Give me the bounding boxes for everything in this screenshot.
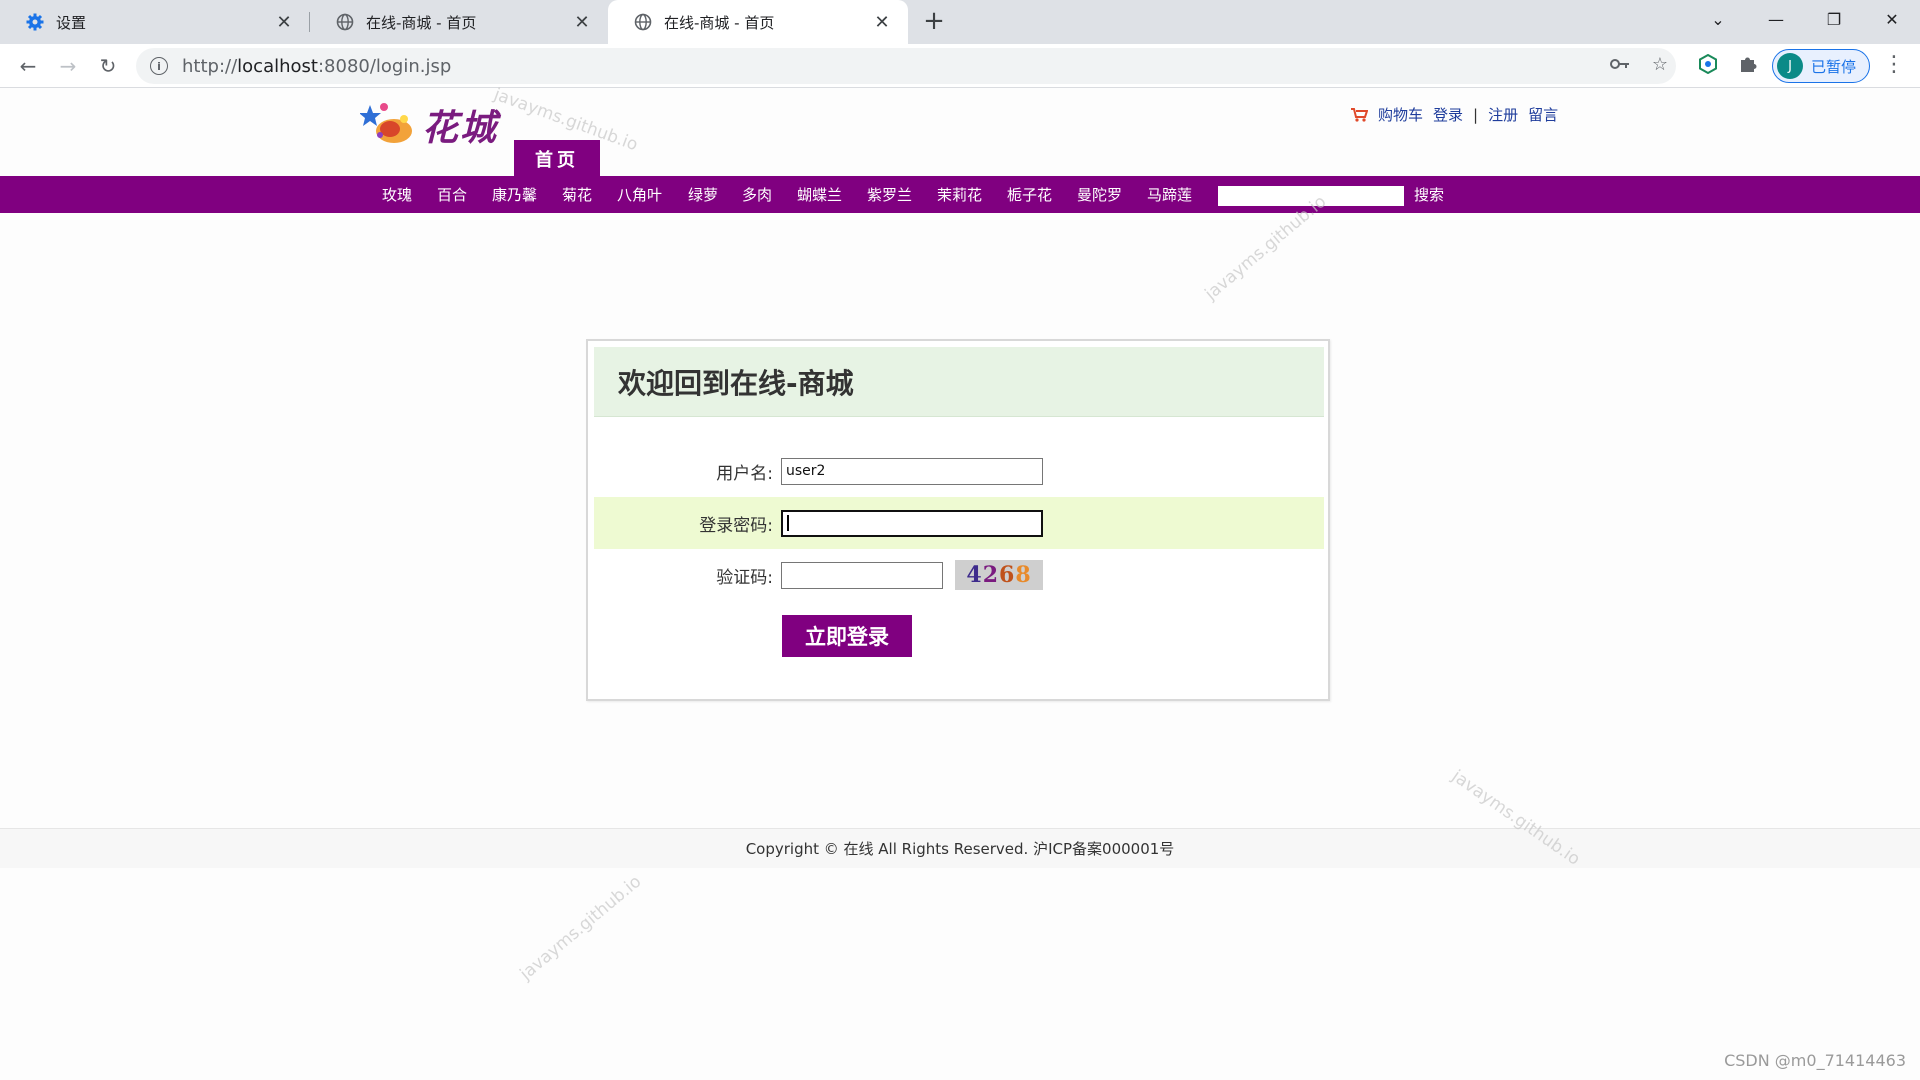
info-icon[interactable]: i	[150, 57, 168, 75]
nav-item-rose[interactable]: 玫瑰	[382, 176, 412, 213]
browser-tab-settings[interactable]: 设置 ✕	[0, 0, 310, 44]
tab-search-icon[interactable]: ⌄	[1690, 0, 1746, 38]
cart-icon[interactable]	[1350, 107, 1368, 123]
password-label: 登录密码:	[699, 515, 773, 536]
text-caret	[787, 515, 789, 531]
login-header: 欢迎回到在线-商城	[594, 347, 1324, 417]
nav-item-datura[interactable]: 曼陀罗	[1077, 176, 1122, 213]
globe-icon	[336, 13, 354, 31]
nav-item-octagon-leaf[interactable]: 八角叶	[617, 176, 662, 213]
close-icon[interactable]: ✕	[872, 12, 892, 33]
nav-item-succulent[interactable]: 多肉	[742, 176, 772, 213]
logo-text: 花城	[422, 107, 499, 149]
captcha-label: 验证码:	[716, 567, 773, 588]
tab-title: 在线-商城 - 首页	[366, 13, 477, 32]
top-links: 购物车 登录 | 注册 留言	[1350, 104, 1568, 125]
nav-item-pothos[interactable]: 绿萝	[688, 176, 718, 213]
extension-shield-icon[interactable]	[1694, 50, 1722, 78]
back-arrow-icon[interactable]: ←	[14, 52, 42, 80]
tab-title: 在线-商城 - 首页	[664, 13, 775, 32]
minimize-button[interactable]: —	[1748, 0, 1804, 38]
forward-arrow-icon[interactable]: →	[54, 52, 82, 80]
tab-title: 设置	[56, 13, 87, 32]
category-nav: 玫瑰 百合 康乃馨 菊花 八角叶 绿萝 多肉 蝴蝶兰 紫罗兰 茉莉花 栀子花 曼…	[0, 176, 1920, 213]
site-logo[interactable]: 花城	[359, 100, 510, 150]
message-link[interactable]: 留言	[1528, 104, 1558, 125]
login-title: 欢迎回到在线-商城	[618, 366, 854, 400]
login-submit-button[interactable]: 立即登录	[782, 615, 912, 657]
login-link[interactable]: 登录	[1433, 104, 1463, 125]
search-button[interactable]: 搜索	[1414, 176, 1444, 213]
nav-item-lily[interactable]: 百合	[437, 176, 467, 213]
flower-logo-icon	[359, 101, 418, 149]
browser-tab-shop-2[interactable]: 在线-商城 - 首页 ✕	[608, 0, 908, 44]
username-label: 用户名:	[716, 463, 773, 484]
globe-icon	[634, 13, 652, 31]
csdn-credit: CSDN @m0_71414463	[1724, 1051, 1906, 1070]
register-link[interactable]: 注册	[1488, 104, 1518, 125]
avatar: J	[1777, 53, 1803, 79]
nav-item-chrysanthemum[interactable]: 菊花	[562, 176, 592, 213]
more-menu-icon[interactable]: ⋮	[1882, 52, 1906, 80]
nav-item-violet[interactable]: 紫罗兰	[867, 176, 912, 213]
password-field[interactable]	[781, 509, 1043, 537]
cart-link[interactable]: 购物车	[1378, 104, 1423, 125]
url-text: http://localhost:8080/login.jsp	[182, 55, 452, 77]
profile-button[interactable]: J 已暂停	[1772, 49, 1870, 83]
close-icon[interactable]: ✕	[572, 12, 592, 33]
gear-icon	[26, 13, 44, 31]
browser-toolbar: ← → ↻ i http://localhost:8080/login.jsp …	[0, 44, 1920, 88]
captcha-row: 验证码: 4268	[594, 549, 1324, 601]
reload-icon[interactable]: ↻	[94, 52, 122, 80]
password-row: 登录密码:	[594, 497, 1324, 549]
profile-status: 已暂停	[1811, 57, 1857, 76]
login-panel: 欢迎回到在线-商城 用户名: user2 登录密码: 验证码: 4268 立即登…	[586, 339, 1330, 701]
captcha-field[interactable]	[781, 561, 943, 589]
new-tab-button[interactable]: +	[920, 8, 948, 36]
key-icon[interactable]	[1606, 50, 1634, 78]
web-page: 花城 首页 购物车 登录 | 注册 留言 玫瑰 百合 康乃馨 菊花 八角叶 绿萝…	[0, 85, 1920, 1080]
browser-tab-strip: 设置 ✕ 在线-商城 - 首页 ✕ 在线-商城 - 首页 ✕ + ⌄ — ❐ ✕	[0, 0, 1920, 44]
restore-button[interactable]: ❐	[1806, 0, 1862, 38]
captcha-image[interactable]: 4268	[955, 560, 1043, 590]
close-icon[interactable]: ✕	[274, 12, 294, 33]
nav-item-orchid[interactable]: 蝴蝶兰	[797, 176, 842, 213]
address-bar[interactable]: i http://localhost:8080/login.jsp	[136, 48, 1676, 84]
nav-item-calla[interactable]: 马蹄莲	[1147, 176, 1192, 213]
nav-item-jasmine[interactable]: 茉莉花	[937, 176, 982, 213]
nav-item-carnation[interactable]: 康乃馨	[492, 176, 537, 213]
nav-item-gardenia[interactable]: 栀子花	[1007, 176, 1052, 213]
star-icon[interactable]: ☆	[1646, 50, 1674, 78]
link-separator: |	[1473, 105, 1479, 124]
watermark: javayms.github.io	[516, 871, 646, 985]
home-tab[interactable]: 首页	[514, 140, 600, 178]
username-row: 用户名: user2	[594, 445, 1324, 497]
username-field[interactable]: user2	[781, 457, 1043, 485]
browser-tab-shop-1[interactable]: 在线-商城 - 首页 ✕	[310, 0, 608, 44]
footer: Copyright © 在线 All Rights Reserved. 沪ICP…	[0, 828, 1920, 868]
puzzle-icon[interactable]	[1734, 50, 1762, 78]
close-window-button[interactable]: ✕	[1864, 0, 1920, 38]
